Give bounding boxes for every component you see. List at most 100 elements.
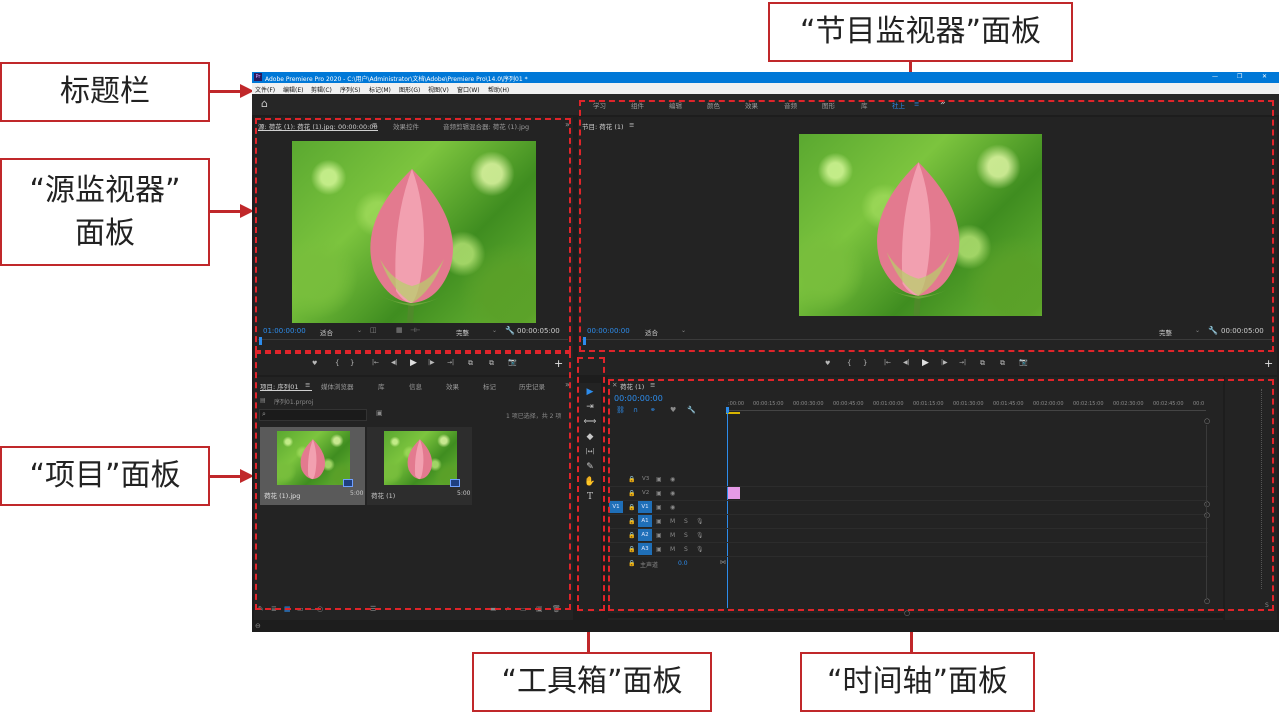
track-sync-icon[interactable]: ▣ [656,476,662,483]
program-quality-chevron-icon[interactable]: ⌄ [1195,327,1200,334]
track-label[interactable]: V1 [638,501,652,513]
zoom-slider[interactable]: —○ [310,605,323,613]
workspace-menu-icon[interactable]: ≡ [914,100,919,108]
program-mark-in-icon[interactable]: { [847,359,851,367]
source-mark-out-icon[interactable]: } [350,359,354,367]
meter-solo-s-icon[interactable]: S [1265,602,1269,609]
source-safe-margins-icon[interactable]: ◫ [370,326,377,334]
source-go-to-in-icon[interactable]: |← [372,359,379,366]
workspace-effects[interactable]: 效果 [745,100,758,110]
track-label[interactable]: A2 [638,529,652,541]
razor-tool-icon[interactable]: ◆ [583,431,597,443]
home-icon[interactable]: ⌂ [261,97,268,110]
slip-tool-icon[interactable]: |↔| [583,446,597,458]
program-add-button-plus-icon[interactable]: + [1264,357,1273,370]
program-go-to-out-icon[interactable]: →| [959,359,966,366]
workspace-custom[interactable]: 社上 [892,100,905,110]
selection-tool-icon[interactable]: ▶ [583,386,597,398]
mute-button[interactable]: M [670,532,675,539]
ripple-edit-tool-icon[interactable]: ⟺ [583,416,597,428]
source-drag-video-icon[interactable]: ▦ [396,326,403,334]
source-add-marker-icon[interactable]: ♥ [312,360,317,367]
source-fit-chevron-icon[interactable]: ⌄ [357,327,362,334]
track-label[interactable]: V2 [642,490,649,496]
tab-audio-clip-mixer[interactable]: 音频剪辑混合器: 荷花 (1).jpg [443,121,529,131]
menu-help[interactable]: 帮助(H) [488,85,509,94]
program-mark-out-icon[interactable]: } [863,359,867,367]
program-play-button[interactable]: ▶ [922,358,929,368]
program-playhead-icon[interactable] [583,337,586,345]
menu-file[interactable]: 文件(F) [255,85,275,94]
workspace-libraries[interactable]: 库 [861,100,868,110]
track-select-tool-icon[interactable]: ⇥ [583,401,597,413]
menu-view[interactable]: 视图(V) [428,85,449,94]
voice-over-mic-icon[interactable]: 🎙 [696,518,704,525]
tab-timeline-sequence[interactable]: 荷花 (1) [620,381,644,391]
workspace-overflow-button[interactable]: » [940,98,946,108]
program-extract-icon[interactable]: ⧉ [1000,359,1005,368]
source-patch-v1[interactable]: V1 [609,501,623,513]
new-search-bin-icon[interactable]: ▣ [376,409,383,417]
solo-button[interactable]: S [684,532,688,539]
snap-icon[interactable]: ∩ [633,406,638,414]
project-item[interactable]: 荷花 (1) 5:00 [367,427,472,505]
track-eye-icon[interactable]: ◉ [670,490,675,497]
timeline-timecode[interactable]: 00:00:00:00 [614,394,663,403]
timeline-clip[interactable] [728,487,740,499]
menu-graphics[interactable]: 图形(G) [399,85,420,94]
tab-info[interactable]: 信息 [409,381,422,391]
track-lock-icon[interactable]: 🔒 [628,560,635,567]
maximize-button[interactable]: ❐ [1237,73,1242,80]
horizontal-scrollbar[interactable] [608,613,1223,618]
track-label[interactable]: A3 [638,543,652,555]
source-overflow-button[interactable]: » [565,120,570,129]
solo-button[interactable]: S [684,518,688,525]
source-drag-audio-icon[interactable]: ⊣⊢ [410,327,420,334]
source-quality-chevron-icon[interactable]: ⌄ [492,327,497,334]
track-lock-icon[interactable]: 🔒 [628,476,635,483]
project-item[interactable]: 荷花 (1).jpg 5:00 [260,427,365,505]
tab-libraries[interactable]: 库 [378,381,385,391]
tab-media-browser[interactable]: 媒体浏览器 [321,381,354,391]
program-go-to-in-icon[interactable]: |← [884,359,891,366]
time-ruler[interactable]: :00:00 00:00:15:00 00:00:30:00 00:00:45:… [726,397,1216,414]
track-lock-icon[interactable]: 🔒 [628,490,635,497]
source-quality-dropdown[interactable]: 完整 [456,327,469,337]
project-overflow-button[interactable]: » [565,380,570,389]
type-tool-icon[interactable]: T [583,491,597,503]
program-scrub-bar[interactable] [582,339,1272,348]
source-fit-dropdown[interactable]: 适合 [320,327,333,337]
program-export-frame-icon[interactable]: 📷 [1019,358,1028,366]
timeline-settings-wrench-icon[interactable]: 🔧 [687,406,696,414]
minimize-button[interactable]: — [1212,73,1218,80]
program-quality-dropdown[interactable]: 完整 [1159,327,1172,337]
status-bar-icon[interactable]: ⊖ [255,622,261,630]
vertical-scroll-handle[interactable]: ○ [1204,597,1210,605]
track-lock-icon[interactable]: 🔒 [628,518,635,525]
master-volume-value[interactable]: 0.0 [678,560,688,567]
program-fit-dropdown[interactable]: 适合 [645,327,658,337]
timeline-menu-icon[interactable]: ≡ [650,381,655,389]
source-scrub-bar[interactable] [258,339,568,348]
vertical-scroll-handle[interactable]: ○ [1204,417,1210,425]
workspace-editing[interactable]: 编辑 [669,100,682,110]
workspace-color[interactable]: 颜色 [707,100,720,110]
menu-clip[interactable]: 剪辑(C) [311,85,332,94]
vertical-scrollbar[interactable] [1206,425,1207,600]
source-step-back-icon[interactable]: ◀| [391,359,398,366]
sort-icons-icon[interactable]: ☰ [370,605,376,613]
tab-history[interactable]: 历史记录 [519,381,545,391]
track-eye-icon[interactable]: ◉ [670,504,675,511]
timeline-close-icon[interactable]: ✕ [612,381,617,389]
freeform-view-icon[interactable]: ▭ [297,605,304,613]
tab-markers[interactable]: 标记 [483,381,496,391]
workspace-assembly[interactable]: 组件 [631,100,644,110]
track-sync-icon[interactable]: ▣ [656,546,662,553]
program-add-marker-icon[interactable]: ♥ [825,360,830,367]
program-lift-icon[interactable]: ⧉ [980,359,985,368]
source-playhead-icon[interactable] [259,337,262,345]
add-marker-icon[interactable]: ♥ [670,406,676,414]
track-label[interactable]: V3 [642,476,649,482]
vertical-scroll-handle[interactable]: ○ [1204,500,1210,508]
program-menu-icon[interactable]: ≡ [629,121,634,129]
